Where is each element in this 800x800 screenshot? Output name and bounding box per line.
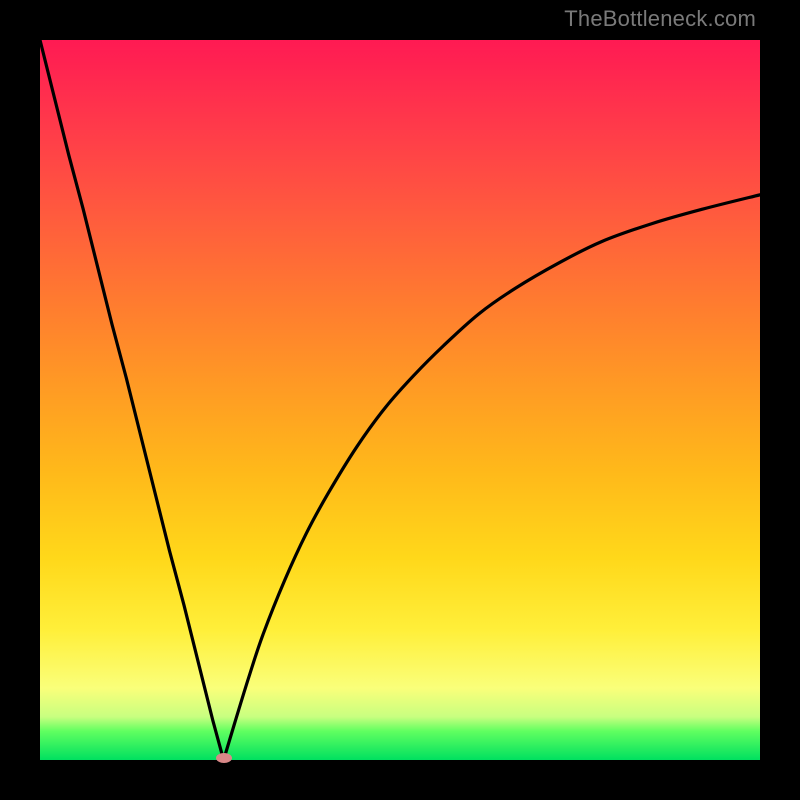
minimum-marker (216, 753, 232, 763)
chart-frame: TheBottleneck.com (0, 0, 800, 800)
curve-svg (40, 40, 760, 760)
watermark-text: TheBottleneck.com (564, 6, 756, 32)
plot-area (40, 40, 760, 760)
bottleneck-curve (40, 40, 760, 760)
